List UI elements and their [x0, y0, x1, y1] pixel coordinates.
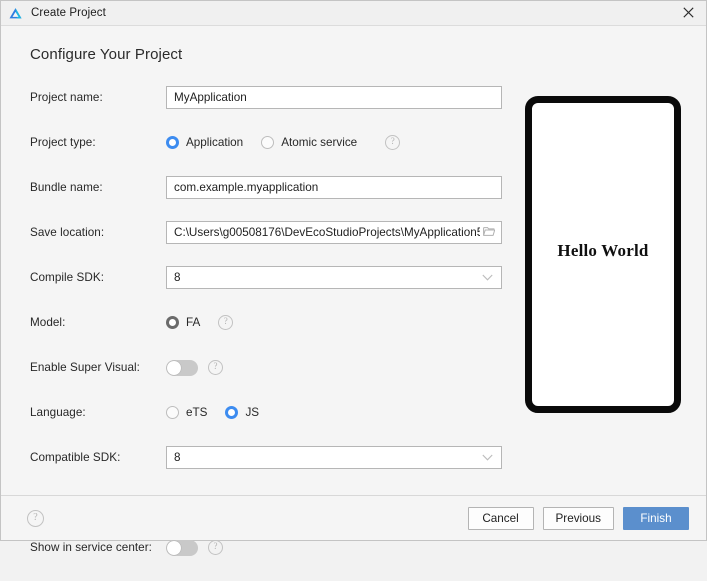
help-icon-enable-super-visual[interactable]: ?: [208, 360, 223, 375]
save-location-input[interactable]: C:\Users\g00508176\DevEcoStudioProjects\…: [166, 221, 502, 244]
enable-super-visual-toggle[interactable]: [166, 359, 198, 376]
label-save-location: Save location:: [30, 226, 105, 239]
label-show-in-service-center: Show in service center:: [30, 541, 152, 554]
window-title: Create Project: [31, 7, 106, 19]
row-compatible-sdk: Compatible SDK: 8: [30, 446, 502, 469]
finish-button[interactable]: Finish: [623, 506, 689, 530]
cancel-button[interactable]: Cancel: [467, 506, 534, 530]
title-bar: Create Project: [1, 1, 706, 26]
compatible-sdk-value: 8: [174, 451, 181, 464]
radio-atomic-service-label: Atomic service: [281, 136, 358, 149]
help-icon-footer[interactable]: ?: [27, 509, 44, 527]
help-icon-show-in-service-center[interactable]: ?: [208, 540, 223, 555]
radio-application-label: Application: [186, 136, 244, 149]
row-model: Model: FA ?: [30, 311, 502, 334]
radio-atomic-service-indicator: [261, 136, 275, 149]
project-type-radio-group: Application Atomic service ?: [166, 135, 401, 150]
radio-atomic-service[interactable]: Atomic service: [261, 136, 357, 149]
radio-fa[interactable]: FA: [166, 316, 200, 329]
bundle-name-value: com.example.myapplication: [174, 181, 319, 194]
label-bundle-name: Bundle name:: [30, 181, 103, 194]
previous-button[interactable]: Previous: [542, 506, 614, 530]
label-compatible-sdk: Compatible SDK:: [30, 451, 121, 464]
show-in-service-center-toggle[interactable]: [166, 539, 198, 556]
row-enable-super-visual: Enable Super Visual: ?: [30, 356, 502, 379]
radio-js-label: JS: [245, 406, 260, 419]
device-preview: Hello World: [525, 96, 681, 413]
radio-ets-indicator: [166, 406, 179, 419]
compile-sdk-value: 8: [174, 271, 181, 284]
page-title: Configure Your Project: [30, 46, 183, 63]
chevron-down-icon: [482, 451, 493, 464]
radio-js-indicator: [225, 406, 239, 419]
dialog-footer: ? Cancel Previous Finish: [1, 495, 706, 540]
dialog-body: Configure Your Project Project name: MyA…: [1, 26, 706, 556]
radio-ets-label: eTS: [186, 406, 208, 419]
project-name-value: MyApplication: [174, 91, 247, 104]
deveco-logo-icon: [8, 6, 23, 21]
radio-js[interactable]: JS: [225, 406, 259, 419]
language-radio-group: eTS JS: [166, 406, 277, 419]
row-project-name: Project name: MyApplication: [30, 86, 502, 109]
row-language: Language: eTS JS: [30, 401, 502, 424]
compile-sdk-select[interactable]: 8: [166, 266, 502, 289]
radio-fa-label: FA: [186, 316, 201, 329]
radio-ets[interactable]: eTS: [166, 406, 207, 419]
row-save-location: Save location: C:\Users\g00508176\DevEco…: [30, 221, 502, 244]
radio-application[interactable]: Application: [166, 136, 243, 149]
label-language: Language:: [30, 406, 86, 419]
toggle-knob: [167, 360, 181, 375]
row-project-type: Project type: Application Atomic service…: [30, 131, 502, 154]
compatible-sdk-select[interactable]: 8: [166, 446, 502, 469]
help-icon-model[interactable]: ?: [218, 315, 234, 330]
label-enable-super-visual: Enable Super Visual:: [30, 361, 140, 374]
help-icon-project-type[interactable]: ?: [385, 135, 401, 150]
row-bundle-name: Bundle name: com.example.myapplication: [30, 176, 502, 199]
label-compile-sdk: Compile SDK:: [30, 271, 104, 284]
radio-fa-indicator: [166, 316, 179, 329]
bundle-name-input[interactable]: com.example.myapplication: [166, 176, 502, 199]
model-radio-group: FA ?: [166, 315, 234, 330]
chevron-down-icon: [482, 271, 493, 284]
folder-open-icon[interactable]: [483, 226, 496, 240]
label-project-name: Project name:: [30, 91, 103, 104]
project-name-input[interactable]: MyApplication: [166, 86, 502, 109]
toggle-knob: [167, 540, 181, 555]
label-project-type: Project type:: [30, 136, 96, 149]
label-model: Model:: [30, 316, 66, 329]
radio-application-indicator: [166, 136, 179, 149]
close-icon[interactable]: [670, 1, 706, 24]
save-location-value: C:\Users\g00508176\DevEcoStudioProjects\…: [174, 226, 480, 239]
preview-hello-world-text: Hello World: [557, 240, 649, 260]
create-project-dialog: Create Project Configure Your Project Pr…: [0, 0, 707, 556]
row-compile-sdk: Compile SDK: 8: [30, 266, 502, 289]
